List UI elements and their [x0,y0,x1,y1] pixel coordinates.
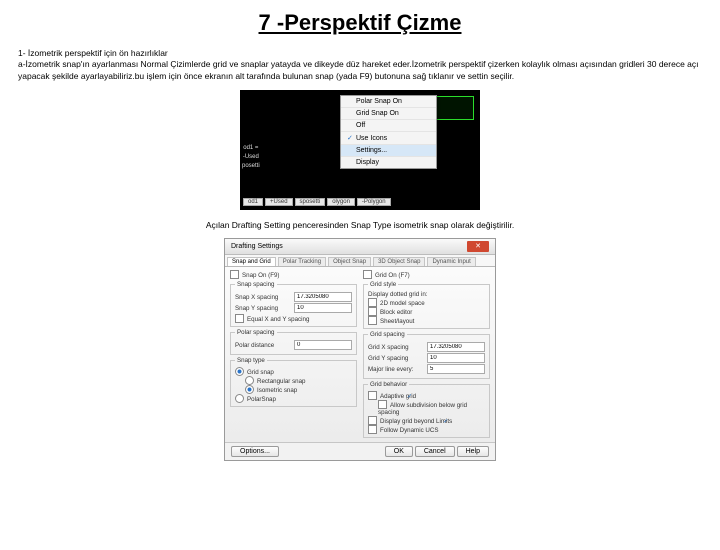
label-grid-y: Grid Y spacing [368,355,408,362]
input-polar-distance[interactable] [294,340,352,350]
group-grid-style: Grid style Display dotted grid in: 2D mo… [363,281,490,329]
group-grid-behavior: Grid behavior Adaptive grid Allow subdiv… [363,381,490,438]
line-2: a-İzometrik snap'ın ayarlanması Normal Ç… [18,59,702,82]
side-label: od1 = [242,145,260,151]
intro-paragraph: 1- İzometrik perspektif için ön hazırlık… [0,48,720,82]
legend: Polar spacing [235,329,277,336]
dialog-tabs: Snap and Grid Polar Tracking Object Snap… [225,255,495,267]
line-1: 1- İzometrik perspektif için ön hazırlık… [18,48,702,59]
group-snap-spacing: Snap spacing Snap X spacing Snap Y spaci… [230,281,357,327]
checkbox-2d-model[interactable]: 2D model space [368,300,425,307]
tab[interactable]: sposetti [295,198,326,206]
tab-snap-and-grid[interactable]: Snap and Grid [227,257,276,266]
dialog-footer: Options... OK Cancel Help [225,442,495,460]
group-polar-spacing: Polar spacing Polar distance [230,329,357,355]
checkbox-grid-on[interactable]: Grid On (F7) [363,272,410,279]
tab-3d-object-snap[interactable]: 3D Object Snap [373,257,425,266]
figure-context-menu: od1 = -Used posetti Polar Snap On Grid S… [240,90,480,210]
label-snap-y: Snap Y spacing [235,305,278,312]
dialog-titlebar: Drafting Settings ✕ [225,239,495,255]
input-major-line[interactable] [427,364,485,374]
checkbox-equal-xy[interactable]: Equal X and Y spacing [235,316,309,323]
snap-context-menu[interactable]: Polar Snap On Grid Snap On Off Use Icons… [340,95,437,169]
tab-dynamic-input[interactable]: Dynamic Input [427,257,475,266]
tab[interactable]: olygon [327,198,355,206]
input-grid-x[interactable] [427,342,485,352]
menu-item-polar-snap-on[interactable]: Polar Snap On [341,96,436,108]
menu-item-settings[interactable]: Settings... [341,145,436,157]
input-snap-x[interactable] [294,292,352,302]
menu-item-grid-snap-on[interactable]: Grid Snap On [341,108,436,120]
ok-button[interactable]: OK [385,446,413,457]
radio-rectangular-snap[interactable]: Rectangular snap [245,378,306,385]
menu-item-off[interactable]: Off [341,120,436,132]
tab[interactable]: +Used [265,198,293,206]
viewport-green-box [436,96,474,120]
checkbox-allow-subdivision[interactable]: Allow subdivision below grid spacing [378,402,467,417]
drafting-settings-dialog: Drafting Settings ✕ Snap and Grid Polar … [224,238,496,461]
page-title: 7 -Perspektif Çizme [0,10,720,36]
legend: Snap spacing [235,281,277,288]
dialog-title: Drafting Settings [231,243,283,250]
label-major-line: Major line every: [368,366,413,373]
menu-item-display[interactable]: Display [341,157,436,168]
input-snap-y[interactable] [294,303,352,313]
checkbox-follow-ucs[interactable]: Follow Dynamic UCS [368,427,438,434]
menu-item-use-icons[interactable]: Use Icons [341,132,436,145]
radio-grid-snap[interactable]: Grid snap [235,369,274,376]
radio-isometric-snap[interactable]: Isometric snap [245,387,297,394]
group-snap-type: Snap type Grid snap Rectangular snap Iso… [230,357,357,407]
tab-object-snap[interactable]: Object Snap [328,257,371,266]
tab-polar-tracking[interactable]: Polar Tracking [278,257,326,266]
checkbox-adaptive-grid[interactable]: Adaptive grid [368,393,421,400]
checkbox-beyond-limits[interactable]: Display grid beyond Limits [368,418,457,425]
legend: Grid spacing [368,331,407,338]
legend: Snap type [235,357,267,364]
group-grid-spacing: Grid spacing Grid X spacing Grid Y spaci… [363,331,490,379]
checkbox-block-editor[interactable]: Block editor [368,309,412,316]
help-button[interactable]: Help [457,446,489,457]
options-button[interactable]: Options... [231,446,279,457]
bottom-tabs: od1 +Used sposetti olygon -Polygon [243,198,391,206]
radio-polarsnap[interactable]: PolarSnap [235,396,276,403]
checkbox-snap-on[interactable]: Snap On (F9) [230,272,280,279]
tab[interactable]: -Polygon [357,198,391,206]
tab[interactable]: od1 [243,198,263,206]
label-polar-distance: Polar distance [235,342,274,349]
label-grid-x: Grid X spacing [368,344,409,351]
checkbox-sheet-layout[interactable]: Sheet/layout [368,318,414,325]
figure-caption: Açılan Drafting Setting penceresinden Sn… [0,220,720,230]
close-icon[interactable]: ✕ [467,241,489,252]
input-grid-y[interactable] [427,353,485,363]
left-labels: od1 = -Used posetti [242,145,260,172]
cancel-button[interactable]: Cancel [415,446,455,457]
legend: Grid behavior [368,381,409,388]
side-label: -Used [242,154,260,160]
label-grid-style: Display dotted grid in: [368,291,485,298]
label-snap-x: Snap X spacing [235,294,278,301]
side-label: posetti [242,163,260,169]
legend: Grid style [368,281,398,288]
